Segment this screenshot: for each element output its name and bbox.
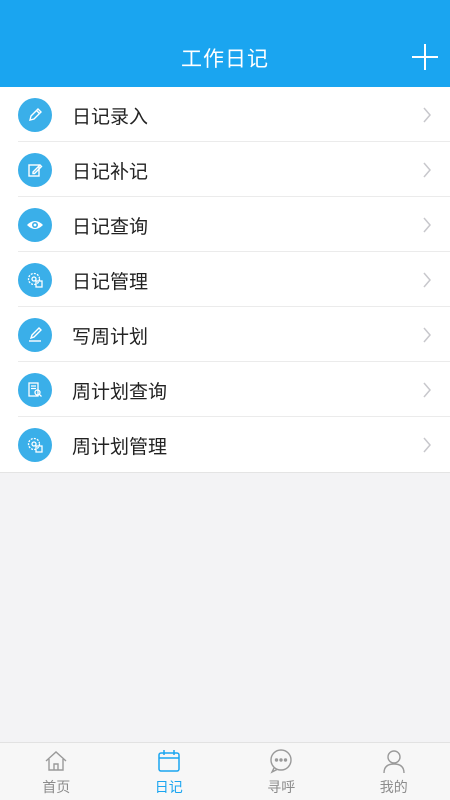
pencil-icon bbox=[18, 98, 52, 132]
menu-item-write-weekly-plan[interactable]: 写周计划 bbox=[0, 307, 450, 362]
eye-icon bbox=[18, 208, 52, 242]
menu-item-diary-supplement[interactable]: 日记补记 bbox=[0, 142, 450, 197]
plus-icon[interactable] bbox=[412, 44, 438, 70]
bottom-tab-bar: 首页 日记 寻呼 我的 bbox=[0, 742, 450, 800]
page-title: 工作日记 bbox=[181, 47, 269, 71]
pencil-square-icon bbox=[18, 318, 52, 352]
chevron-right-icon bbox=[423, 162, 431, 178]
menu-item-diary-manage[interactable]: 日记管理 bbox=[0, 252, 450, 307]
chevron-right-icon bbox=[423, 107, 431, 123]
chevron-right-icon bbox=[423, 272, 431, 288]
chevron-right-icon bbox=[423, 382, 431, 398]
chevron-right-icon bbox=[423, 217, 431, 233]
tab-label: 首页 bbox=[42, 780, 71, 796]
calendar-icon bbox=[158, 750, 180, 772]
menu-item-label: 周计划查询 bbox=[72, 381, 168, 403]
menu-item-label: 日记补记 bbox=[72, 161, 149, 183]
tab-label: 寻呼 bbox=[267, 780, 296, 796]
menu-item-label: 日记查询 bbox=[72, 216, 149, 238]
gear-doc-icon bbox=[18, 263, 52, 297]
menu-item-diary-query[interactable]: 日记查询 bbox=[0, 197, 450, 252]
tab-home[interactable]: 首页 bbox=[0, 743, 113, 800]
menu-item-weekly-plan-manage[interactable]: 周计划管理 bbox=[0, 417, 450, 472]
chat-icon bbox=[270, 749, 292, 774]
doc-search-icon bbox=[18, 373, 52, 407]
menu-item-weekly-plan-query[interactable]: 周计划查询 bbox=[0, 362, 450, 417]
home-icon bbox=[45, 751, 67, 771]
chevron-right-icon bbox=[423, 327, 431, 343]
menu-item-label: 日记录入 bbox=[72, 106, 149, 128]
menu-item-label: 日记管理 bbox=[72, 271, 149, 293]
app-header: 工作日记 bbox=[0, 0, 450, 87]
menu-list: 日记录入 日记补记 日记查询 日记管理 写周计划 周计划查询 周计划管理 bbox=[0, 87, 450, 473]
user-icon bbox=[383, 750, 405, 774]
tab-label: 日记 bbox=[154, 780, 183, 796]
menu-item-diary-entry[interactable]: 日记录入 bbox=[0, 87, 450, 142]
chevron-right-icon bbox=[423, 437, 431, 453]
edit-note-icon bbox=[18, 153, 52, 187]
tab-diary[interactable]: 日记 bbox=[113, 743, 226, 800]
menu-item-label: 周计划管理 bbox=[72, 436, 168, 458]
tab-label: 我的 bbox=[379, 780, 408, 796]
tab-mine[interactable]: 我的 bbox=[338, 743, 450, 800]
gear-doc-icon bbox=[18, 428, 52, 462]
tab-page[interactable]: 寻呼 bbox=[225, 743, 338, 800]
menu-item-label: 写周计划 bbox=[72, 326, 149, 348]
